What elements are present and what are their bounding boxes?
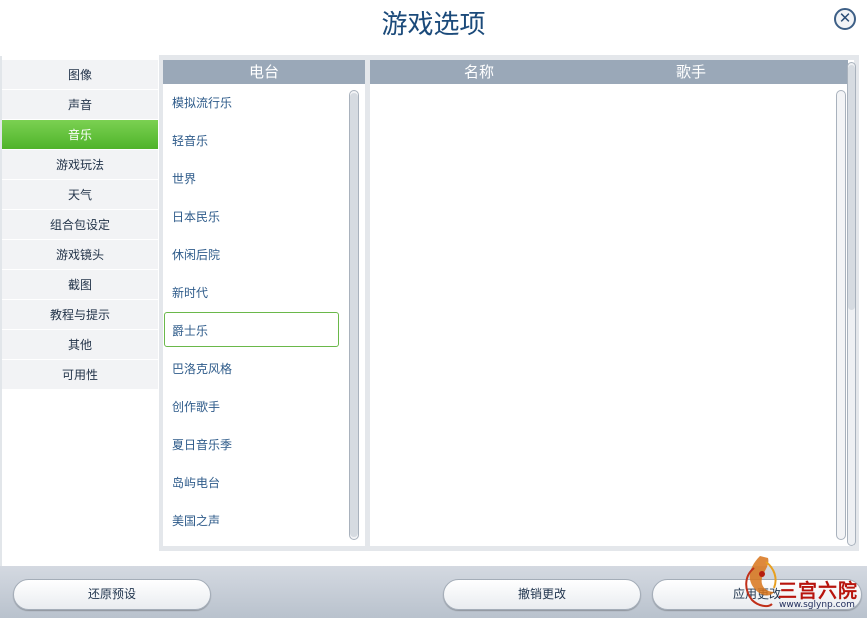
- artist-column-label[interactable]: 歌手: [676, 60, 706, 84]
- sidebar-item-sound[interactable]: 声音: [2, 90, 158, 120]
- station-item[interactable]: 岛屿电台: [172, 473, 220, 493]
- station-scrollbar[interactable]: [349, 90, 359, 540]
- sidebar-item-other[interactable]: 其他: [2, 330, 158, 360]
- options-sidebar: 图像 声音 音乐 游戏玩法 天气 组合包设定 游戏镜头 截图 教程与提示 其他 …: [2, 60, 158, 390]
- sidebar-item-pack-settings[interactable]: 组合包设定: [2, 210, 158, 240]
- watermark-text: 三宫六院: [778, 580, 859, 602]
- station-item[interactable]: 世界: [172, 169, 196, 189]
- station-item[interactable]: 模拟流行乐: [172, 93, 232, 113]
- station-column-header: 电台: [163, 60, 365, 84]
- dialog-title: 游戏选项: [381, 10, 486, 40]
- station-scrollbar-thumb[interactable]: [350, 93, 358, 537]
- sidebar-item-tutorial-tips[interactable]: 教程与提示: [2, 300, 158, 330]
- sidebar-item-gameplay[interactable]: 游戏玩法: [2, 150, 158, 180]
- close-icon[interactable]: ✕: [834, 8, 856, 30]
- page-scrollbar[interactable]: [847, 62, 856, 546]
- station-item[interactable]: 美国之声: [172, 511, 220, 531]
- sidebar-item-music[interactable]: 音乐: [2, 120, 158, 150]
- song-list-panel: [370, 60, 854, 546]
- sidebar-item-accessibility[interactable]: 可用性: [2, 360, 158, 390]
- station-item[interactable]: 休闲后院: [172, 245, 220, 265]
- game-options-dialog: 游戏选项 ✕ 图像 声音 音乐 游戏玩法 天气 组合包设定 游戏镜头 截图 教程…: [0, 0, 867, 618]
- station-item-selected[interactable]: 爵士乐: [172, 321, 208, 341]
- station-item[interactable]: 巴洛克风格: [172, 359, 232, 379]
- page-scrollbar-thumb[interactable]: [848, 65, 855, 310]
- station-item[interactable]: 新时代: [172, 283, 208, 303]
- station-header-label: 电台: [248, 63, 279, 81]
- station-item[interactable]: 轻音乐: [172, 131, 208, 151]
- watermark-url: www.sglynp.com: [779, 600, 855, 610]
- station-item[interactable]: 夏日音乐季: [172, 435, 232, 455]
- station-item[interactable]: 日本民乐: [172, 207, 220, 227]
- station-item[interactable]: 创作歌手: [172, 397, 220, 417]
- song-scrollbar[interactable]: [836, 90, 846, 540]
- sidebar-item-screenshots[interactable]: 截图: [2, 270, 158, 300]
- revert-changes-button[interactable]: 撤销更改: [443, 579, 641, 610]
- restore-defaults-button[interactable]: 还原预设: [13, 579, 211, 610]
- song-column-header: 名称 歌手: [370, 60, 848, 84]
- sidebar-item-weather[interactable]: 天气: [2, 180, 158, 210]
- sidebar-item-camera[interactable]: 游戏镜头: [2, 240, 158, 270]
- sidebar-item-graphics[interactable]: 图像: [2, 60, 158, 90]
- name-column-label[interactable]: 名称: [464, 60, 494, 84]
